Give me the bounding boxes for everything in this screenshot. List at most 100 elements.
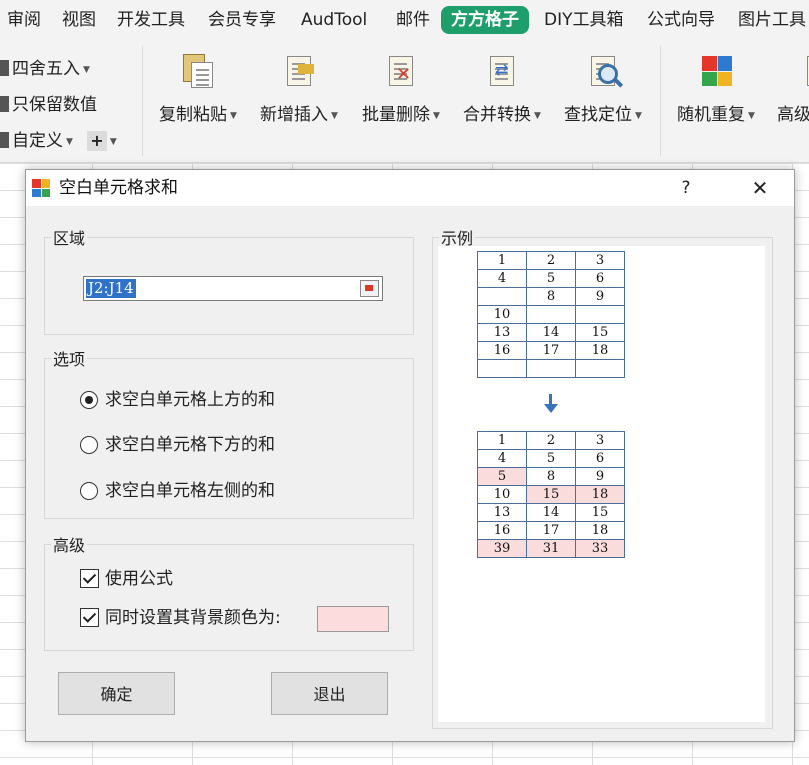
exit-button[interactable]: 退出 — [271, 672, 388, 715]
example-cell: 39 — [477, 539, 527, 558]
example-cell: 1 — [477, 431, 527, 450]
example-cell: 16 — [477, 341, 527, 360]
find-locate-label: 查找定位 — [564, 105, 633, 125]
ribbon-round-button[interactable]: 四舍五入 ▼ — [0, 56, 90, 82]
example-cell: 2 — [526, 251, 576, 270]
menu-bar: 审阅 视图 开发工具 会员专享 AudTool 邮件 方方格子 DIY工具箱 公… — [0, 0, 809, 40]
set-background-checkbox-row[interactable]: 同时设置其背景颜色为: — [80, 606, 281, 630]
chevron-down-icon: ▼ — [83, 65, 90, 75]
blank-cell-sum-dialog: 空白单元格求和 ? ✕ 区域 J2:J14 选项 求空白单元格上方的和 求空白单… — [25, 169, 795, 742]
range-value: J2:J14 — [86, 279, 136, 298]
option-sum-below[interactable]: 求空白单元格下方的和 — [80, 433, 275, 457]
example-row — [477, 359, 625, 378]
radio-icon[interactable] — [80, 482, 98, 500]
example-cell: 17 — [526, 521, 576, 540]
menu-view[interactable]: 视图 — [62, 6, 96, 34]
example-row: 39 31 33 — [477, 539, 625, 558]
options-legend: 选项 — [53, 350, 86, 369]
chevron-down-icon: ▼ — [635, 111, 642, 121]
ribbon-find-locate-button[interactable]: 查找定位 ▼ — [555, 50, 651, 125]
menu-fangfanggezi[interactable]: 方方格子 — [441, 6, 529, 34]
delete-icon: ✕ — [384, 54, 418, 88]
menu-mail[interactable]: 邮件 — [396, 6, 430, 34]
ribbon-advanced-button[interactable]: 高级 — [762, 50, 809, 125]
example-cell: 9 — [575, 467, 625, 486]
ribbon-keep-values-button[interactable]: 只保留数值 — [0, 92, 97, 118]
example-cell: 8 — [526, 467, 576, 486]
menu-member[interactable]: 会员专享 — [208, 6, 276, 34]
ok-button[interactable]: 确定 — [58, 672, 175, 715]
example-row: 13 14 15 — [477, 323, 625, 342]
example-cell: 4 — [477, 269, 527, 288]
example-cell — [526, 305, 576, 324]
insert-label: 新增插入 — [260, 105, 329, 125]
example-cell: 10 — [477, 305, 527, 324]
example-cell: 3 — [575, 431, 625, 450]
advanced-icon — [802, 54, 809, 88]
option-sum-left[interactable]: 求空白单元格左侧的和 — [80, 479, 275, 503]
option-sum-left-label: 求空白单元格左侧的和 — [105, 481, 275, 501]
menu-developer-tools[interactable]: 开发工具 — [117, 6, 185, 34]
radio-selected-icon[interactable] — [80, 391, 98, 409]
chevron-down-icon: ▼ — [331, 111, 338, 121]
example-cell: 15 — [575, 323, 625, 342]
radio-icon[interactable] — [80, 436, 98, 454]
example-row: 89 — [477, 287, 625, 306]
close-button[interactable]: ✕ — [744, 170, 776, 206]
range-picker-icon[interactable] — [360, 280, 379, 297]
example-row: 16 17 18 — [477, 341, 625, 360]
option-sum-above[interactable]: 求空白单元格上方的和 — [80, 388, 275, 412]
menu-formula-wizard[interactable]: 公式向导 — [647, 6, 715, 34]
example-cell: 6 — [575, 449, 625, 468]
example-cell: 5 — [526, 269, 576, 288]
paste-icon — [181, 54, 215, 88]
ribbon-copy-paste-button[interactable]: 复制粘贴 ▼ — [150, 50, 246, 125]
menu-audtool[interactable]: AudTool — [301, 6, 367, 34]
use-formula-label: 使用公式 — [105, 569, 173, 589]
use-formula-checkbox-row[interactable]: 使用公式 — [80, 567, 173, 591]
background-color-picker[interactable] — [317, 606, 389, 632]
example-row: 456 — [477, 449, 625, 468]
ribbon-merge-convert-button[interactable]: ⇄ 合并转换 ▼ — [454, 50, 550, 125]
chevron-down-icon: ▼ — [748, 111, 755, 121]
chevron-down-icon: ▼ — [109, 137, 117, 147]
example-row: 123 — [477, 431, 625, 450]
example-cell: 15 — [575, 503, 625, 522]
insert-icon — [282, 54, 316, 88]
example-cell — [575, 359, 625, 378]
example-cell: 2 — [526, 431, 576, 450]
chevron-down-icon: ▼ — [66, 137, 73, 147]
ribbon-batch-delete-button[interactable]: ✕ 批量删除 ▼ — [353, 50, 449, 125]
find-icon — [586, 54, 620, 88]
ribbon-random-repeat-button[interactable]: 随机重复 ▼ — [668, 50, 764, 125]
example-cell: 18 — [575, 521, 625, 540]
example-cell: 5 — [526, 449, 576, 468]
merge-convert-label: 合并转换 — [463, 105, 532, 125]
menu-diy-toolbox[interactable]: DIY工具箱 — [544, 6, 624, 34]
dialog-title-bar[interactable]: 空白单元格求和 ? ✕ — [26, 170, 794, 206]
example-cell: 4 — [477, 449, 527, 468]
example-cell: 10 — [477, 485, 527, 504]
example-cell: 9 — [575, 287, 625, 306]
ribbon-keep-values-label: 只保留数值 — [12, 95, 97, 115]
menu-image-tools[interactable]: 图片工具 — [738, 6, 806, 34]
region-legend: 区域 — [53, 229, 86, 248]
range-input[interactable]: J2:J14 — [83, 276, 383, 301]
ribbon-custom-button[interactable]: 自定义 ▼ + ▼ — [0, 128, 117, 154]
round-icon — [0, 60, 9, 76]
dialog-title: 空白单元格求和 — [59, 178, 178, 198]
ribbon-custom-label: 自定义 — [12, 131, 63, 151]
chevron-down-icon: ▼ — [433, 111, 440, 121]
example-cell — [526, 359, 576, 378]
example-cell: 14 — [526, 323, 576, 342]
help-button[interactable]: ? — [671, 170, 701, 206]
example-row: 10 — [477, 305, 625, 324]
batch-delete-label: 批量删除 — [362, 105, 431, 125]
ribbon-separator — [660, 46, 661, 156]
plus-icon[interactable]: + — [86, 131, 107, 151]
menu-review[interactable]: 审阅 — [7, 6, 41, 34]
example-row: 10 15 18 — [477, 485, 625, 504]
set-background-checkbox[interactable] — [80, 608, 99, 627]
ribbon-insert-button[interactable]: 新增插入 ▼ — [251, 50, 347, 125]
use-formula-checkbox[interactable] — [80, 569, 99, 588]
